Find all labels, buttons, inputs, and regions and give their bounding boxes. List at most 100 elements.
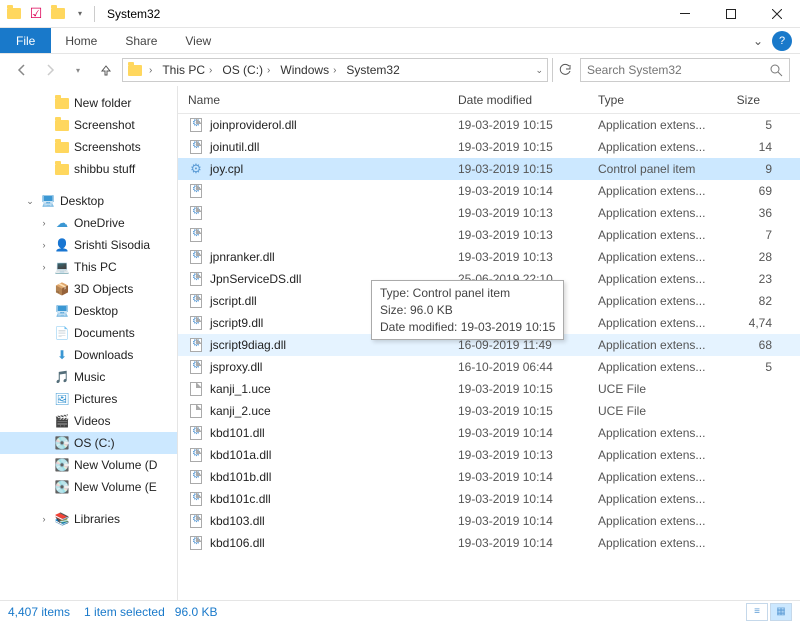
- tree-item[interactable]: New folder: [0, 92, 177, 114]
- tree-item[interactable]: 🎬Videos: [0, 410, 177, 432]
- tree-item[interactable]: 🖥Desktop: [0, 300, 177, 322]
- breadcrumb-os-c[interactable]: OS (C:)›: [218, 63, 274, 77]
- dl-icon: ⬇: [54, 347, 70, 363]
- file-list[interactable]: ⚙joinproviderol.dll19-03-2019 10:15Appli…: [178, 114, 800, 600]
- folder-icon: [54, 139, 70, 155]
- file-row[interactable]: kanji_1.uce19-03-2019 10:15UCE File: [178, 378, 800, 400]
- tree-item[interactable]: 💽New Volume (D: [0, 454, 177, 476]
- tab-home[interactable]: Home: [51, 28, 111, 53]
- file-row[interactable]: ⚙19-03-2019 10:13Application extens...36: [178, 202, 800, 224]
- close-button[interactable]: [754, 0, 800, 28]
- cloud-icon: ☁: [54, 215, 70, 231]
- pic-icon: 🖼: [54, 391, 70, 407]
- up-button[interactable]: [94, 58, 118, 82]
- chevron-down-icon[interactable]: ▾: [72, 6, 88, 22]
- column-headers[interactable]: Name Date modified Type Size: [178, 86, 800, 114]
- maximize-button[interactable]: [708, 0, 754, 28]
- tree-item[interactable]: ⬇Downloads: [0, 344, 177, 366]
- file-row[interactable]: ⚙19-03-2019 10:13Application extens...7: [178, 224, 800, 246]
- tree-item[interactable]: ›☁OneDrive: [0, 212, 177, 234]
- drive-icon: 💽: [54, 435, 70, 451]
- file-row[interactable]: ⚙19-03-2019 10:14Application extens...69: [178, 180, 800, 202]
- tree-item[interactable]: 🖼Pictures: [0, 388, 177, 410]
- pc-icon: 💻: [54, 259, 70, 275]
- file-row[interactable]: ⚙joinutil.dll19-03-2019 10:15Application…: [178, 136, 800, 158]
- file-icon: ⚙: [188, 469, 204, 485]
- folder-icon: [54, 95, 70, 111]
- tree-item[interactable]: ›💻This PC: [0, 256, 177, 278]
- address-bar[interactable]: › This PC› OS (C:)› Windows› System32 ⌄: [122, 58, 548, 82]
- chevron-down-icon[interactable]: ⌄: [535, 65, 543, 76]
- tree-item[interactable]: 💽OS (C:): [0, 432, 177, 454]
- forward-button[interactable]: [38, 58, 62, 82]
- file-row[interactable]: ⚙kbd101b.dll19-03-2019 10:14Application …: [178, 466, 800, 488]
- breadcrumb-sep[interactable]: ›: [145, 65, 156, 76]
- window-title: System32: [107, 7, 160, 21]
- file-row[interactable]: ⚙kbd101c.dll19-03-2019 10:14Application …: [178, 488, 800, 510]
- tree-item[interactable]: 📦3D Objects: [0, 278, 177, 300]
- breadcrumb-this-pc[interactable]: This PC›: [158, 63, 216, 77]
- column-size[interactable]: Size: [728, 93, 778, 107]
- qat-dropdown-icon[interactable]: [50, 6, 66, 22]
- tree-item[interactable]: Screenshots: [0, 136, 177, 158]
- tree-item[interactable]: shibbu stuff: [0, 158, 177, 180]
- file-icon: ⚙: [188, 227, 204, 243]
- file-row[interactable]: ⚙kbd101a.dll19-03-2019 10:13Application …: [178, 444, 800, 466]
- vid-icon: 🎬: [54, 413, 70, 429]
- drive-icon: 💽: [54, 457, 70, 473]
- folder-icon: [54, 117, 70, 133]
- column-date[interactable]: Date modified: [458, 93, 598, 107]
- tab-share[interactable]: Share: [111, 28, 171, 53]
- file-row[interactable]: kanji_2.uce19-03-2019 10:15UCE File: [178, 400, 800, 422]
- music-icon: 🎵: [54, 369, 70, 385]
- column-name[interactable]: Name: [188, 93, 458, 107]
- address-bar-row: ▾ › This PC› OS (C:)› Windows› System32 …: [0, 54, 800, 86]
- file-row[interactable]: ⚙jsproxy.dll16-10-2019 06:44Application …: [178, 356, 800, 378]
- tree-desktop[interactable]: ⌄ 🖥 Desktop: [0, 190, 177, 212]
- help-icon[interactable]: ?: [772, 31, 792, 51]
- back-button[interactable]: [10, 58, 34, 82]
- divider: [94, 6, 95, 22]
- file-row[interactable]: ⚙kbd106.dll19-03-2019 10:14Application e…: [178, 532, 800, 554]
- breadcrumb-system32[interactable]: System32: [342, 63, 403, 77]
- tree-item[interactable]: 💽New Volume (E: [0, 476, 177, 498]
- search-input[interactable]: [587, 63, 769, 77]
- column-type[interactable]: Type: [598, 93, 728, 107]
- file-row[interactable]: ⚙kbd101.dll19-03-2019 10:14Application e…: [178, 422, 800, 444]
- recent-dropdown-icon[interactable]: ▾: [66, 58, 90, 82]
- file-icon: ⚙: [188, 359, 204, 375]
- file-row[interactable]: ⚙joinproviderol.dll19-03-2019 10:15Appli…: [178, 114, 800, 136]
- file-icon: ⚙: [188, 117, 204, 133]
- tree-item[interactable]: 🎵Music: [0, 366, 177, 388]
- minimize-button[interactable]: [662, 0, 708, 28]
- view-large-button[interactable]: ▦: [770, 603, 792, 621]
- file-icon: ⚙: [188, 139, 204, 155]
- breadcrumb-windows[interactable]: Windows›: [276, 63, 340, 77]
- file-icon: ⚙: [188, 315, 204, 331]
- refresh-button[interactable]: [552, 58, 576, 82]
- view-details-button[interactable]: ≡: [746, 603, 768, 621]
- tree-item[interactable]: 📄Documents: [0, 322, 177, 344]
- tree-item[interactable]: Screenshot: [0, 114, 177, 136]
- file-row[interactable]: ⚙jpnranker.dll19-03-2019 10:13Applicatio…: [178, 246, 800, 268]
- title-bar: ☑ ▾ System32: [0, 0, 800, 28]
- file-icon: ⚙: [188, 513, 204, 529]
- search-icon[interactable]: [769, 63, 783, 77]
- folder-icon: [54, 161, 70, 177]
- tree-libraries[interactable]: › 📚 Libraries: [0, 508, 177, 530]
- navigation-pane: New folderScreenshotScreenshotsshibbu st…: [0, 86, 178, 600]
- file-row[interactable]: ⚙joy.cpl19-03-2019 10:15Control panel it…: [178, 158, 800, 180]
- file-list-pane: Name Date modified Type Size ⚙joinprovid…: [178, 86, 800, 600]
- drive-icon: 💽: [54, 479, 70, 495]
- properties-icon[interactable]: ☑: [28, 6, 44, 22]
- doc-icon: 📄: [54, 325, 70, 341]
- tab-view[interactable]: View: [171, 28, 225, 53]
- file-icon: [188, 381, 204, 397]
- folder-icon: [6, 6, 22, 22]
- file-tab[interactable]: File: [0, 28, 51, 53]
- file-icon: ⚙: [188, 161, 204, 177]
- file-row[interactable]: ⚙kbd103.dll19-03-2019 10:14Application e…: [178, 510, 800, 532]
- expand-ribbon-icon[interactable]: ⌄: [748, 28, 768, 53]
- tree-item[interactable]: ›👤Srishti Sisodia: [0, 234, 177, 256]
- search-box[interactable]: [580, 58, 790, 82]
